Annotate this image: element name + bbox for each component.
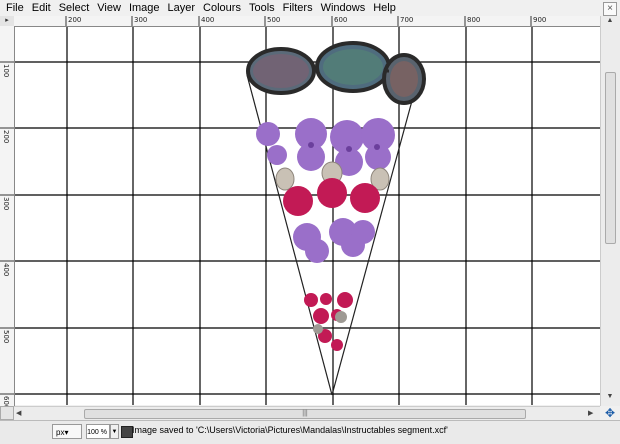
ruler-label: 500 (2, 330, 10, 344)
pink-cluster-bottom (304, 292, 353, 351)
ruler-label: 300 (2, 197, 10, 211)
vertical-ruler[interactable]: 100 200 300 400 500 600 (0, 26, 15, 406)
ruler-label: 300 (134, 16, 148, 24)
menu-filters[interactable]: Filters (279, 0, 317, 16)
navigate-icon[interactable]: ✥ (600, 406, 620, 420)
menu-colours[interactable]: Colours (199, 0, 245, 16)
image-canvas[interactable] (15, 27, 600, 405)
ruler-ticks (0, 61, 14, 395)
quick-mask-toggle[interactable] (0, 406, 14, 420)
menu-bar: File Edit Select View Image Layer Colour… (0, 0, 620, 16)
menu-layer[interactable]: Layer (164, 0, 200, 16)
scroll-left-icon[interactable]: ◀ (16, 409, 26, 417)
purple-flowers-middle (293, 218, 375, 263)
menu-help[interactable]: Help (369, 0, 400, 16)
ruler-label: 200 (68, 16, 82, 24)
ruler-label: 800 (467, 16, 481, 24)
menu-image[interactable]: Image (125, 0, 164, 16)
zoom-value: 100 % (87, 429, 107, 436)
vertical-scrollbar[interactable]: ▲ ▼ (600, 16, 620, 406)
menu-file[interactable]: File (0, 0, 28, 16)
close-image-icon[interactable]: × (603, 2, 617, 16)
horizontal-scroll-thumb[interactable]: ||| (84, 409, 526, 419)
scroll-up-icon[interactable]: ▲ (604, 17, 616, 27)
menu-tools[interactable]: Tools (245, 0, 279, 16)
ruler-label: 900 (533, 16, 547, 24)
zoom-input[interactable]: 100 % (86, 424, 110, 439)
unit-value: px (56, 428, 65, 437)
scroll-down-icon[interactable]: ▼ (604, 393, 616, 403)
pink-flowers (283, 178, 380, 216)
horizontal-ruler[interactable]: 200 300 400 500 600 700 800 900 (14, 16, 600, 27)
status-message: Image saved to 'C:\Users\Victoria\Pictur… (132, 425, 448, 435)
ruler-ticks (65, 16, 532, 26)
ruler-label: 100 (2, 64, 10, 78)
canvas-artwork (15, 27, 600, 405)
ruler-label: 600 (2, 396, 10, 406)
vertical-scroll-thumb[interactable] (605, 72, 616, 244)
horizontal-scrollbar[interactable]: ◀ ||| ▶ (14, 406, 600, 421)
ruler-label: 600 (334, 16, 348, 24)
gem-ovals (246, 41, 426, 105)
menu-select[interactable]: Select (55, 0, 94, 16)
ruler-label: 400 (2, 263, 10, 277)
zoom-dropdown-icon[interactable]: ▼ (110, 424, 119, 439)
ruler-label: 500 (267, 16, 281, 24)
scroll-right-icon[interactable]: ▶ (588, 409, 598, 417)
menu-view[interactable]: View (93, 0, 125, 16)
ruler-label: 700 (400, 16, 414, 24)
menu-windows[interactable]: Windows (317, 0, 370, 16)
status-bar: px▾ 100 % ▼ Image saved to 'C:\Users\Vic… (0, 420, 620, 444)
ruler-label: 400 (201, 16, 215, 24)
unit-select[interactable]: px▾ (52, 424, 82, 439)
menu-edit[interactable]: Edit (28, 0, 55, 16)
ruler-label: 200 (2, 130, 10, 144)
